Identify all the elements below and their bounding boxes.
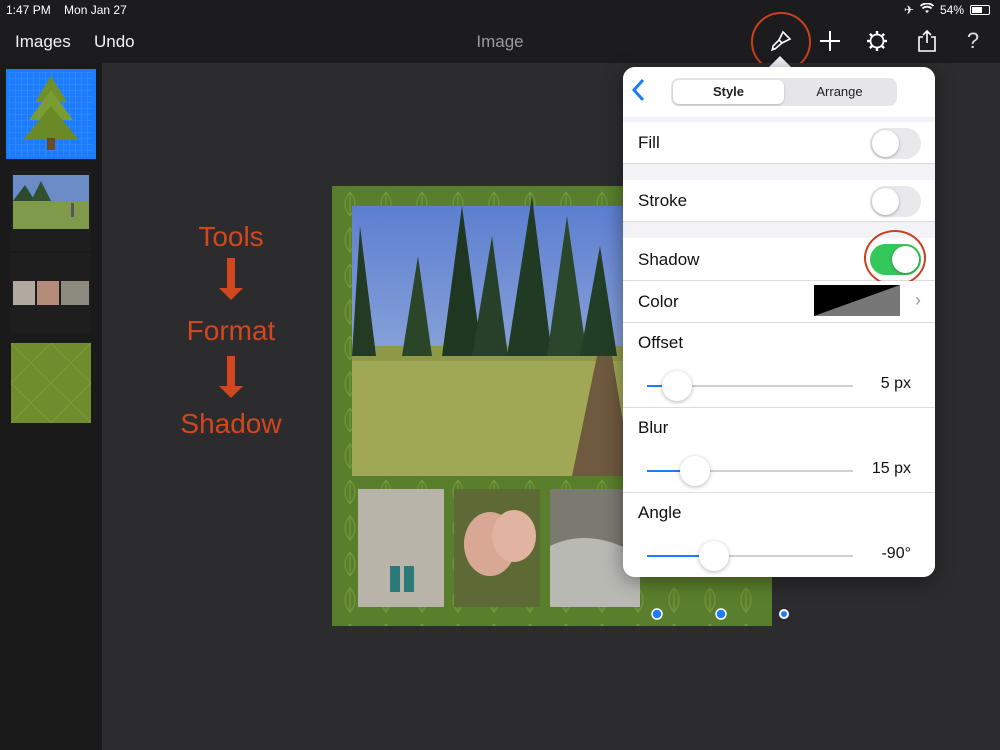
annotation-format: Format — [186, 315, 276, 346]
blur-slider[interactable] — [647, 456, 853, 486]
meadow-thumbnail-image — [11, 171, 91, 251]
fill-toggle[interactable] — [870, 128, 921, 159]
offset-slider[interactable] — [647, 371, 853, 401]
gear-icon[interactable] — [862, 26, 892, 56]
color-label: Color — [638, 292, 679, 311]
angle-label: Angle — [638, 503, 682, 522]
status-time: 1:47 PM — [6, 3, 51, 17]
angle-slider[interactable] — [647, 541, 853, 571]
format-popover: Style Arrange Fill Stroke Shadow Color › — [623, 67, 935, 577]
help-icon[interactable]: ? — [958, 26, 988, 56]
airplane-icon: ✈ — [903, 3, 914, 17]
annotation-tools: Tools — [198, 221, 264, 252]
tree-thumbnail-image — [9, 72, 93, 156]
angle-value: -90° — [881, 545, 911, 562]
stroke-label: Stroke — [638, 191, 688, 210]
offset-value: 5 px — [880, 375, 911, 392]
wifi-icon — [919, 2, 935, 17]
thumbnail-sidebar — [0, 63, 102, 750]
thumbnail-collage[interactable] — [11, 253, 91, 333]
chevron-right-icon: › — [915, 290, 921, 310]
shadow-row: Shadow — [623, 230, 935, 286]
annotation-arrow-1 — [219, 258, 243, 300]
tab-style[interactable]: Style — [673, 80, 784, 104]
blur-row: Blur 15 px — [623, 408, 935, 493]
document-title: Image — [476, 32, 524, 51]
plus-icon[interactable] — [815, 26, 845, 56]
selection-handle[interactable] — [779, 609, 789, 619]
tab-arrange[interactable]: Arrange — [784, 80, 895, 104]
app-window: 1:47 PM Mon Jan 27 ✈ 54% Images Undo Ima… — [0, 0, 1000, 750]
fill-row: Fill — [623, 122, 935, 164]
thumbnail-tree[interactable] — [6, 69, 96, 159]
status-bar: 1:47 PM Mon Jan 27 ✈ 54% — [0, 0, 1000, 20]
style-arrange-segmented: Style Arrange — [671, 78, 897, 106]
offset-label: Offset — [638, 333, 684, 352]
battery-percent: 54% — [939, 3, 964, 17]
shadow-label: Shadow — [638, 250, 700, 269]
blur-slider-knob[interactable] — [680, 456, 710, 486]
shadow-highlight-circle — [864, 230, 926, 286]
fill-label: Fill — [638, 133, 660, 152]
collage-thumbnail-image — [11, 253, 91, 333]
popover-header: Style Arrange — [623, 67, 935, 117]
blur-label: Blur — [638, 418, 669, 437]
share-icon[interactable] — [912, 26, 942, 56]
annotation-shadow: Shadow — [180, 408, 282, 439]
stroke-row: Stroke — [623, 180, 935, 222]
back-chevron-icon[interactable] — [631, 77, 645, 109]
angle-slider-knob[interactable] — [699, 541, 729, 571]
blur-value: 15 px — [871, 460, 911, 477]
stroke-toggle[interactable] — [870, 186, 921, 217]
offset-slider-knob[interactable] — [662, 371, 692, 401]
shadow-color-swatch[interactable] — [814, 285, 900, 316]
status-date: Mon Jan 27 — [64, 3, 127, 17]
thumbnail-meadow[interactable] — [11, 171, 91, 251]
thumbnail-green-pattern[interactable] — [11, 343, 91, 423]
battery-icon — [970, 5, 990, 15]
green-pattern-thumbnail-image — [11, 343, 91, 423]
color-row[interactable]: Color › — [623, 281, 935, 323]
angle-row: Angle -90° — [623, 493, 935, 577]
toolbar: Images Undo Image ? — [0, 12, 1000, 72]
annotation-arrow-2 — [219, 356, 243, 398]
offset-row: Offset 5 px — [623, 323, 935, 408]
